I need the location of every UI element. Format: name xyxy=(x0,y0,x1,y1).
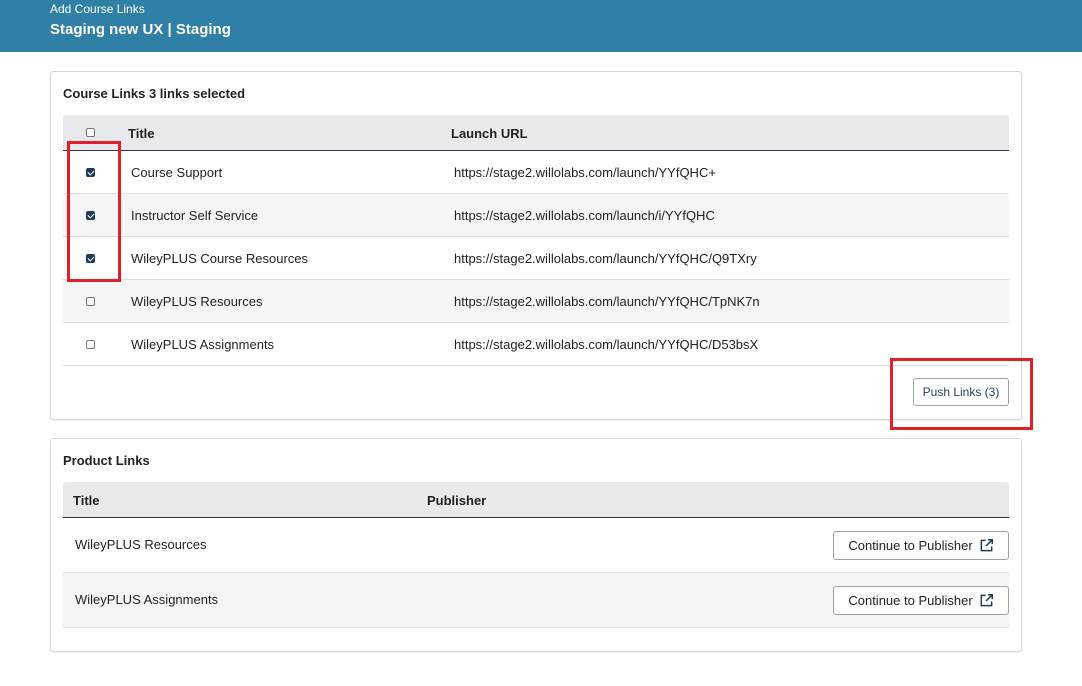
launch-url: https://stage2.willolabs.com/launch/YYfQ… xyxy=(454,251,757,266)
continue-to-publisher-label: Continue to Publisher xyxy=(848,538,973,553)
column-header-title: Title xyxy=(128,126,155,141)
product-title: WileyPLUS Resources xyxy=(75,537,207,552)
continue-to-publisher-label: Continue to Publisher xyxy=(848,593,973,608)
page-subtitle: Add Course Links xyxy=(50,2,145,16)
select-all-checkbox[interactable] xyxy=(86,128,95,137)
table-row[interactable]: WileyPLUS Resources https://stage2.willo… xyxy=(63,280,1009,323)
column-header-title: Title xyxy=(73,493,100,508)
row-checkbox[interactable] xyxy=(86,211,95,220)
table-row[interactable]: Instructor Self Service https://stage2.w… xyxy=(63,194,1009,237)
column-header-publisher: Publisher xyxy=(427,493,487,508)
table-row[interactable]: WileyPLUS Assignments https://stage2.wil… xyxy=(63,323,1009,366)
continue-to-publisher-button[interactable]: Continue to Publisher xyxy=(833,586,1009,615)
product-links-table-header: Title Publisher xyxy=(63,482,1009,518)
product-links-card: Product Links Title Publisher WileyPLUS … xyxy=(50,438,1022,652)
product-links-heading: Product Links xyxy=(63,453,150,468)
launch-url: https://stage2.willolabs.com/launch/YYfQ… xyxy=(454,337,759,352)
link-title: Instructor Self Service xyxy=(131,208,259,223)
link-title: WileyPLUS Course Resources xyxy=(131,251,309,266)
link-title: WileyPLUS Resources xyxy=(131,294,263,309)
table-row[interactable]: WileyPLUS Course Resources https://stage… xyxy=(63,237,1009,280)
course-links-card: Course Links 3 links selected Title Laun… xyxy=(50,71,1022,420)
page-header: Add Course Links Staging new UX | Stagin… xyxy=(0,0,1082,52)
table-row: WileyPLUS Assignments Continue to Publis… xyxy=(63,573,1009,628)
continue-to-publisher-button[interactable]: Continue to Publisher xyxy=(833,531,1009,560)
table-row: WileyPLUS Resources Continue to Publishe… xyxy=(63,518,1009,573)
column-header-launch-url: Launch URL xyxy=(451,126,528,141)
product-title: WileyPLUS Assignments xyxy=(75,592,219,607)
table-row[interactable]: Course Support https://stage2.willolabs.… xyxy=(63,151,1009,194)
launch-url: https://stage2.willolabs.com/launch/i/YY… xyxy=(454,208,715,223)
row-checkbox[interactable] xyxy=(86,168,95,177)
course-links-heading: Course Links 3 links selected xyxy=(63,86,246,101)
row-checkbox[interactable] xyxy=(86,254,95,263)
row-checkbox[interactable] xyxy=(86,297,95,306)
external-link-icon xyxy=(980,593,993,607)
row-checkbox[interactable] xyxy=(86,340,95,349)
external-link-icon xyxy=(980,538,993,552)
launch-url: https://stage2.willolabs.com/launch/YYfQ… xyxy=(454,165,716,180)
link-title: Course Support xyxy=(131,165,223,180)
course-links-table-header: Title Launch URL xyxy=(63,115,1009,151)
page-title: Staging new UX | Staging xyxy=(50,21,231,38)
link-title: WileyPLUS Assignments xyxy=(131,337,275,352)
launch-url: https://stage2.willolabs.com/launch/YYfQ… xyxy=(454,294,760,309)
push-links-button[interactable]: Push Links (3) xyxy=(913,378,1009,406)
